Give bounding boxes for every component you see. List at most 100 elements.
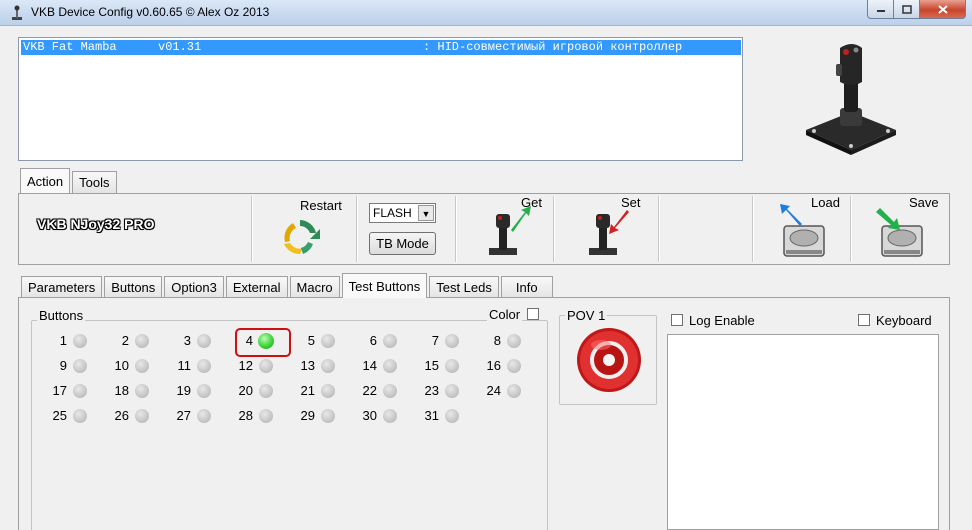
test-button-number: 14 — [362, 358, 377, 373]
color-label: Color — [487, 307, 523, 322]
load-disk-icon[interactable] — [776, 204, 828, 260]
action-toolbar: VKB NJoy32 PRO Restart FLASH ▼ TB Mode G… — [18, 193, 950, 265]
test-button-12: 12 — [224, 356, 286, 376]
test-button-13: 13 — [286, 356, 348, 376]
test-button-number: 7 — [431, 333, 439, 348]
tab-buttons[interactable]: Buttons — [104, 276, 163, 298]
button-led-indicator — [321, 384, 335, 398]
tab-option3[interactable]: Option3 — [164, 276, 224, 298]
device-list-row[interactable]: VKB Fat Mamba v01.31 : HID-совместимый и… — [21, 40, 741, 55]
button-led-indicator — [197, 384, 211, 398]
test-button-7: 7 — [410, 331, 472, 351]
test-button-21: 21 — [286, 381, 348, 401]
test-button-number: 1 — [59, 333, 67, 348]
tab-info[interactable]: Info — [500, 276, 553, 298]
test-button-number: 22 — [362, 383, 377, 398]
button-led-indicator — [507, 384, 521, 398]
test-button-number: 20 — [238, 383, 253, 398]
test-button-17: 17 — [38, 381, 100, 401]
test-button-19: 19 — [162, 381, 224, 401]
button-led-indicator — [197, 409, 211, 423]
minimize-button[interactable] — [867, 0, 894, 19]
button-led-indicator — [445, 334, 459, 348]
log-enable-checkbox[interactable] — [671, 314, 683, 326]
test-button-number: 11 — [177, 358, 192, 373]
test-button-20: 20 — [224, 381, 286, 401]
button-led-indicator — [383, 409, 397, 423]
test-button-number: 12 — [238, 358, 253, 373]
tab-action[interactable]: Action — [20, 168, 71, 193]
minimize-icon — [876, 10, 885, 12]
test-button-number: 15 — [424, 358, 439, 373]
test-button-number: 13 — [300, 358, 315, 373]
tab-parameters[interactable]: Parameters — [21, 276, 103, 298]
test-button-number: 29 — [300, 408, 315, 423]
button-led-indicator — [445, 409, 459, 423]
title-bar: VKB Device Config v0.60.65 © Alex Oz 201… — [0, 0, 972, 26]
tab-test-leds[interactable]: Test Leds — [429, 276, 499, 298]
test-button-number: 24 — [486, 383, 501, 398]
joystick-app-icon — [12, 5, 22, 20]
set-joystick-icon[interactable] — [583, 204, 633, 258]
test-button-6: 6 — [348, 331, 410, 351]
save-disk-icon[interactable] — [874, 204, 926, 260]
bottom-tab-strip: Parameters Buttons Option3 External Macr… — [21, 273, 555, 298]
test-button-number: 6 — [369, 333, 377, 348]
maximize-button[interactable] — [894, 0, 920, 19]
log-textarea[interactable] — [667, 334, 939, 530]
color-checkbox[interactable] — [527, 308, 539, 320]
test-button-number: 10 — [114, 358, 129, 373]
button-led-indicator — [507, 334, 521, 348]
button-led-indicator — [507, 359, 521, 373]
test-button-15: 15 — [410, 356, 472, 376]
test-button-10: 10 — [100, 356, 162, 376]
test-button-18: 18 — [100, 381, 162, 401]
get-joystick-icon[interactable] — [483, 204, 533, 258]
test-button-number: 28 — [238, 408, 253, 423]
button-led-indicator — [135, 409, 149, 423]
toolbar-separator — [752, 196, 753, 262]
button-led-indicator — [321, 334, 335, 348]
pov-hat-indicator — [577, 328, 641, 392]
tab-tools[interactable]: Tools — [72, 171, 117, 193]
restart-icon[interactable] — [279, 216, 321, 258]
button-led-indicator — [383, 384, 397, 398]
test-button-27: 27 — [162, 406, 224, 426]
test-button-25: 25 — [38, 406, 100, 426]
toolbar-separator — [658, 196, 659, 262]
close-button[interactable] — [920, 0, 966, 19]
button-led-indicator — [383, 334, 397, 348]
buttons-group-label: Buttons — [37, 308, 86, 323]
test-button-9: 9 — [38, 356, 100, 376]
tb-mode-button[interactable]: TB Mode — [369, 232, 436, 255]
button-led-indicator — [73, 409, 87, 423]
keyboard-checkbox[interactable] — [858, 314, 870, 326]
button-led-indicator — [197, 334, 211, 348]
chevron-down-icon[interactable]: ▼ — [418, 205, 434, 221]
tab-test-buttons[interactable]: Test Buttons — [341, 273, 428, 298]
button-led-indicator — [445, 359, 459, 373]
pov-label: POV 1 — [565, 308, 608, 323]
test-button-number: 26 — [114, 408, 129, 423]
test-button-number: 3 — [183, 333, 191, 348]
test-button-number: 9 — [59, 358, 67, 373]
tab-external[interactable]: External — [225, 276, 288, 298]
device-list[interactable]: VKB Fat Mamba v01.31 : HID-совместимый и… — [18, 37, 743, 161]
test-button-number: 17 — [52, 383, 67, 398]
button-led-indicator — [73, 334, 87, 348]
restart-label: Restart — [300, 198, 342, 213]
mode-select-value: FLASH — [373, 206, 412, 220]
tab-macro[interactable]: Macro — [289, 276, 340, 298]
test-button-8: 8 — [472, 331, 534, 351]
button-led-indicator — [259, 409, 273, 423]
button-led-indicator — [135, 359, 149, 373]
log-enable-label: Log Enable — [689, 313, 755, 328]
test-button-23: 23 — [410, 381, 472, 401]
test-button-1: 1 — [38, 331, 100, 351]
test-button-number: 2 — [121, 333, 129, 348]
test-button-number: 25 — [52, 408, 67, 423]
test-button-11: 11 — [162, 356, 224, 376]
mode-select[interactable]: FLASH ▼ — [369, 203, 436, 223]
test-button-number: 30 — [362, 408, 377, 423]
device-row-description: : HID-совместимый игровой контроллер — [423, 40, 683, 54]
